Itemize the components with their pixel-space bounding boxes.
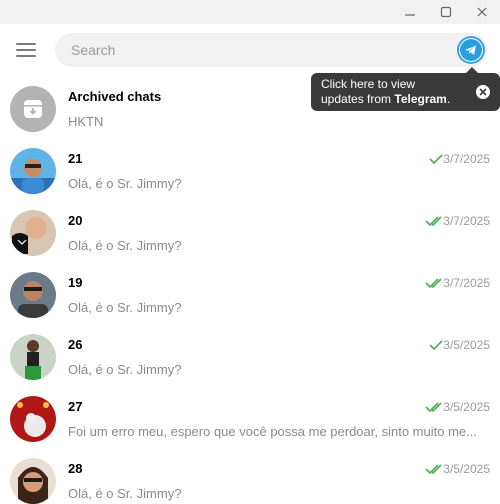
telegram-updates-button[interactable] <box>457 36 485 64</box>
chat-name: 28 <box>68 461 83 476</box>
chat-item[interactable]: 27 3/5/2025 Foi um erro meu, espero que … <box>0 388 500 450</box>
chat-item[interactable]: 21 3/7/2025 Olá, é o Sr. Jimmy? <box>0 140 500 202</box>
read-check-icon <box>425 278 442 288</box>
avatar <box>10 458 56 504</box>
chat-preview: Olá, é o Sr. Jimmy? <box>68 362 182 377</box>
chat-date: 3/5/2025 <box>443 338 490 352</box>
chat-preview: Foi um erro meu, espero que você possa m… <box>68 424 477 439</box>
chat-item[interactable]: 28 3/5/2025 Olá, é o Sr. Jimmy? <box>0 450 500 504</box>
chat-preview: Olá, é o Sr. Jimmy? <box>68 238 182 253</box>
avatar <box>10 272 56 318</box>
read-check-icon <box>425 216 442 226</box>
chat-name: Archived chats <box>68 89 162 104</box>
chat-preview: Olá, é o Sr. Jimmy? <box>68 300 182 315</box>
maximize-button[interactable] <box>429 0 463 24</box>
chat-name: 19 <box>68 275 83 290</box>
chat-preview: Olá, é o Sr. Jimmy? <box>68 486 182 501</box>
chat-preview: Olá, é o Sr. Jimmy? <box>68 176 182 191</box>
chat-date: 3/7/2025 <box>443 214 490 228</box>
menu-icon[interactable] <box>16 42 36 58</box>
chat-item[interactable]: 20 3/7/2025 Olá, é o Sr. Jimmy? <box>0 202 500 264</box>
header: Search <box>0 24 500 78</box>
title-bar <box>0 0 500 24</box>
search-input[interactable]: Search <box>71 42 115 58</box>
maximize-icon <box>440 6 452 18</box>
chat-date: 3/5/2025 <box>443 462 490 476</box>
chat-name: 27 <box>68 399 83 414</box>
sent-check-icon <box>429 340 443 350</box>
chat-name: 26 <box>68 337 83 352</box>
chat-date: 3/5/2025 <box>443 400 490 414</box>
archive-avatar <box>10 86 56 132</box>
close-icon <box>477 7 487 17</box>
sent-check-icon <box>429 154 443 164</box>
close-window-button[interactable] <box>465 0 499 24</box>
chat-name: 21 <box>68 151 83 166</box>
avatar <box>10 148 56 194</box>
minimize-button[interactable] <box>393 0 427 24</box>
avatar <box>10 210 56 256</box>
chat-date: 3/7/2025 <box>443 276 490 290</box>
chat-preview: HKTN <box>68 114 104 129</box>
chat-name: 20 <box>68 213 83 228</box>
chat-item[interactable]: 26 3/5/2025 Olá, é o Sr. Jimmy? <box>0 326 500 388</box>
telegram-icon <box>460 39 482 61</box>
search-bar[interactable]: Search <box>55 33 487 67</box>
archived-chats-item[interactable]: Archived chats HKTN <box>0 78 500 140</box>
avatar <box>10 396 56 442</box>
minimize-icon <box>405 14 415 16</box>
archive-icon <box>24 100 42 118</box>
chat-date: 3/7/2025 <box>443 152 490 166</box>
avatar <box>10 334 56 380</box>
read-check-icon <box>425 402 442 412</box>
read-check-icon <box>425 464 442 474</box>
chat-item[interactable]: 19 3/7/2025 Olá, é o Sr. Jimmy? <box>0 264 500 326</box>
